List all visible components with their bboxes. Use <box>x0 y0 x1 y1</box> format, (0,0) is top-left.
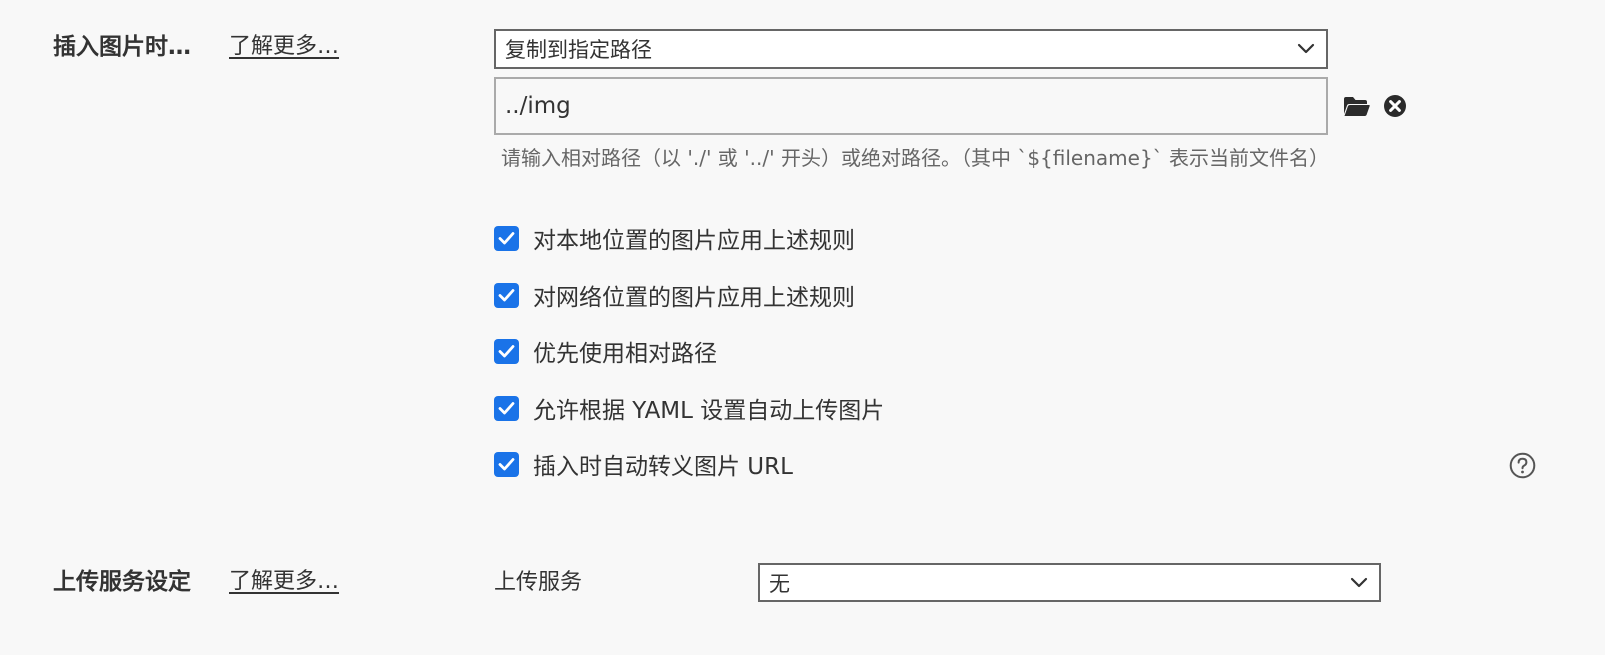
option-label: 对网络位置的图片应用上述规则 <box>533 285 855 311</box>
checkbox-checked[interactable] <box>494 338 519 364</box>
image-insert-section-title: 插入图片时… <box>53 34 191 60</box>
option-escape-image-url[interactable]: 插入时自动转义图片 URL <box>494 449 793 480</box>
close-circle-icon[interactable] <box>1381 92 1409 120</box>
help-icon[interactable] <box>1507 450 1537 480</box>
checkbox-checked[interactable] <box>494 225 519 251</box>
checkbox-checked[interactable] <box>494 395 519 421</box>
folder-icon[interactable] <box>1340 92 1372 120</box>
option-label: 优先使用相对路径 <box>533 341 717 367</box>
option-apply-network-images[interactable]: 对网络位置的图片应用上述规则 <box>494 280 855 311</box>
option-label: 对本地位置的图片应用上述规则 <box>533 228 855 254</box>
upload-service-learn-more-link[interactable]: 了解更多… <box>229 567 339 597</box>
checkbox-checked[interactable] <box>494 451 519 477</box>
image-insert-action-select[interactable]: 复制到指定路径 <box>494 29 1328 69</box>
upload-service-value: 无 <box>769 571 790 596</box>
upload-service-label: 上传服务 <box>494 570 583 595</box>
upload-service-section-title: 上传服务设定 <box>53 569 191 595</box>
chevron-down-icon <box>1339 565 1379 600</box>
image-path-input[interactable] <box>494 77 1328 135</box>
image-insert-learn-more-link[interactable]: 了解更多… <box>229 32 339 62</box>
option-label: 允许根据 YAML 设置自动上传图片 <box>533 398 885 424</box>
image-insert-action-value: 复制到指定路径 <box>505 38 652 62</box>
chevron-down-icon <box>1286 31 1326 67</box>
option-yaml-auto-upload[interactable]: 允许根据 YAML 设置自动上传图片 <box>494 393 885 424</box>
option-prefer-relative-path[interactable]: 优先使用相对路径 <box>494 336 717 367</box>
checkbox-checked[interactable] <box>494 282 519 308</box>
option-apply-local-images[interactable]: 对本地位置的图片应用上述规则 <box>494 223 855 254</box>
upload-service-select[interactable]: 无 <box>758 563 1381 602</box>
option-label: 插入时自动转义图片 URL <box>533 454 793 480</box>
path-hint-text: 请输入相对路径（以 './' 或 '../' 开头）或绝对路径。（其中 `${f… <box>501 146 1330 170</box>
